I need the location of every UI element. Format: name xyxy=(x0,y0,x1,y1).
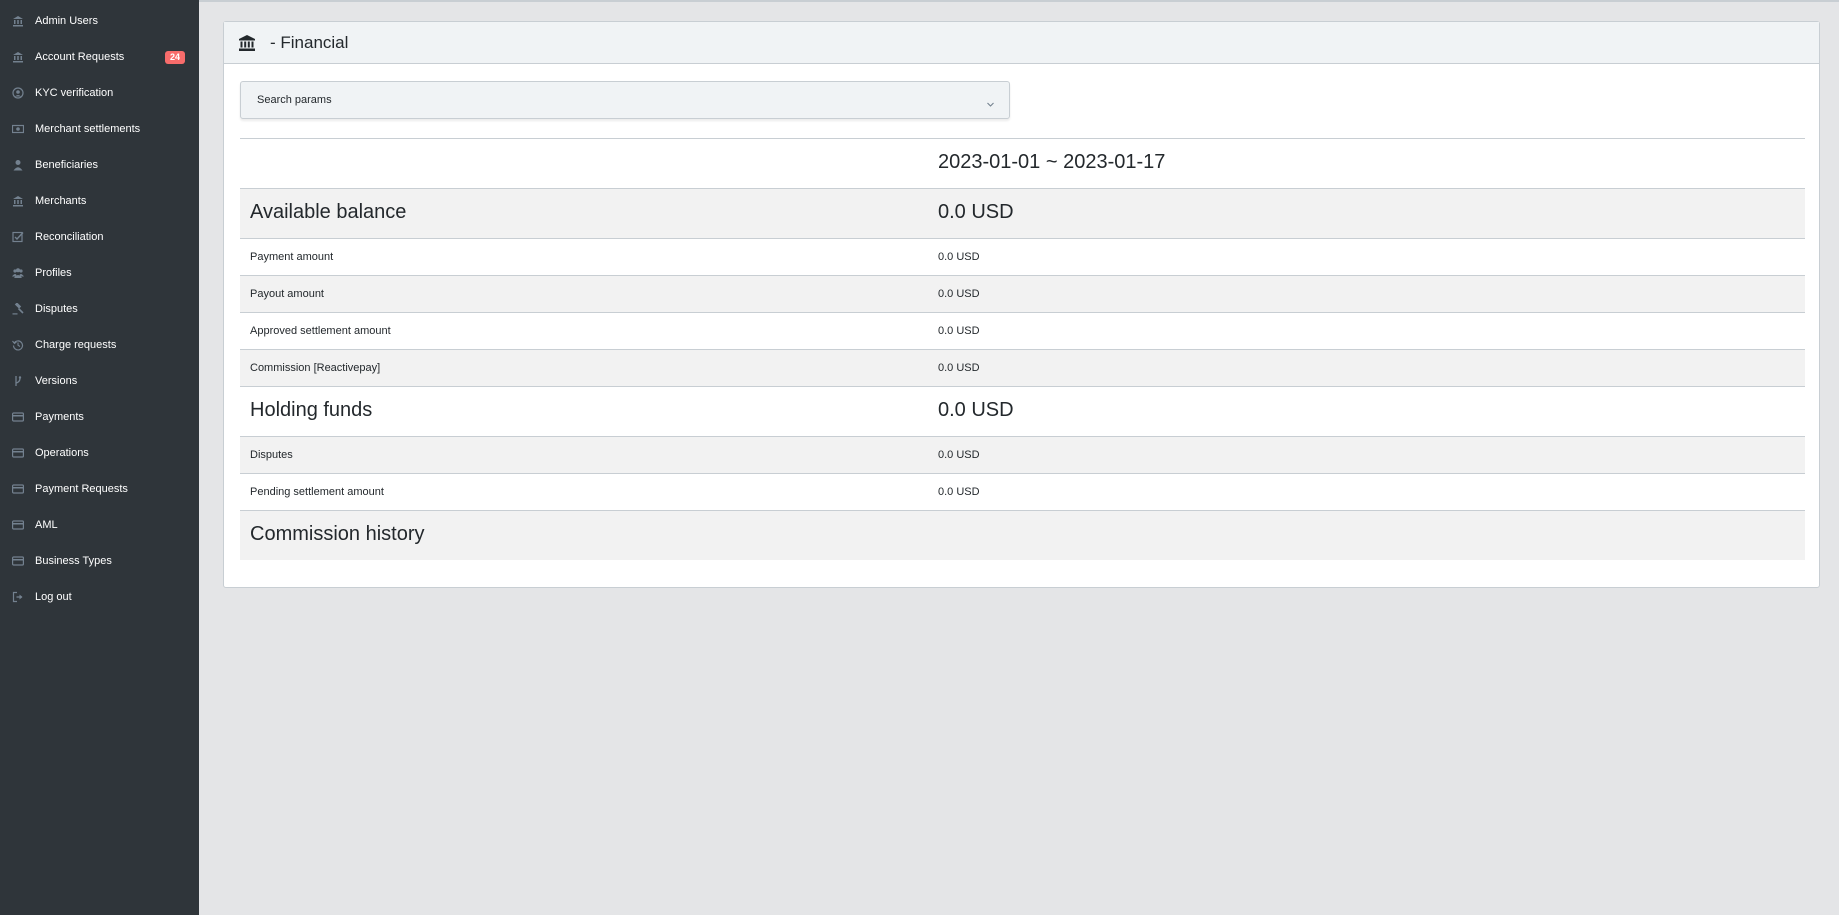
credit-card-icon xyxy=(12,447,24,459)
row-label: Available balance xyxy=(250,201,407,223)
table-row: Approved settlement amount 0.0 USD xyxy=(240,312,1805,349)
credit-card-icon xyxy=(12,483,24,495)
row-value: 0.0 USD xyxy=(938,449,980,461)
bank-icon xyxy=(238,34,256,52)
user-circle-icon xyxy=(12,87,24,99)
row-label: Commission history xyxy=(250,523,425,545)
sidebar-item-label: Payment Requests xyxy=(35,483,128,495)
sidebar-item-operations[interactable]: Operations xyxy=(0,435,199,471)
sidebar-item-label: Merchants xyxy=(35,195,87,207)
sidebar-item-label: Charge requests xyxy=(35,339,117,351)
sidebar-item-label: Merchant settlements xyxy=(35,123,141,135)
sidebar-item-label: Profiles xyxy=(35,267,72,279)
sidebar-item-payment-requests[interactable]: Payment Requests xyxy=(0,471,199,507)
sidebar-item-merchants[interactable]: Merchants xyxy=(0,183,199,219)
sidebar-item-beneficiaries[interactable]: Beneficiaries xyxy=(0,147,199,183)
users-icon xyxy=(12,267,24,279)
credit-card-icon xyxy=(12,411,24,423)
sidebar-item-admin-users[interactable]: Admin Users xyxy=(0,3,199,39)
sidebar-item-payments[interactable]: Payments xyxy=(0,399,199,435)
table-row: Commission history xyxy=(240,510,1805,560)
code-branch-icon xyxy=(12,375,24,387)
history-icon xyxy=(12,339,24,351)
row-label: Disputes xyxy=(250,449,293,461)
bank-icon xyxy=(12,195,24,207)
search-params-label: Search params xyxy=(257,94,332,106)
search-params-toggle[interactable]: Search params xyxy=(240,81,1010,119)
sidebar-item-charge-requests[interactable]: Charge requests xyxy=(0,327,199,363)
top-divider xyxy=(199,0,1839,2)
table-row: Pending settlement amount 0.0 USD xyxy=(240,473,1805,510)
table-row: Holding funds 0.0 USD xyxy=(240,386,1805,436)
row-label: Payment amount xyxy=(250,251,334,263)
sidebar-item-label: AML xyxy=(35,519,58,531)
sidebar-item-label: Beneficiaries xyxy=(35,159,98,171)
row-value: 0.0 USD xyxy=(938,325,980,337)
table-row: Available balance 0.0 USD xyxy=(240,188,1805,238)
sidebar-item-label: Log out xyxy=(35,591,72,603)
row-value: 0.0 USD xyxy=(938,201,1014,223)
table-row: Payment amount 0.0 USD xyxy=(240,238,1805,275)
sidebar-item-label: Payments xyxy=(35,411,84,423)
bank-icon xyxy=(12,51,24,63)
sidebar-item-label: Disputes xyxy=(35,303,78,315)
sidebar-item-label: Account Requests xyxy=(35,51,125,63)
sidebar-item-kyc-verification[interactable]: KYC verification xyxy=(0,75,199,111)
row-value: 0.0 USD xyxy=(938,399,1014,421)
table-row: Commission [Reactivepay] 0.0 USD xyxy=(240,349,1805,386)
sidebar-item-business-types[interactable]: Business Types xyxy=(0,543,199,579)
sidebar-item-label: Operations xyxy=(35,447,89,459)
sidebar-item-reconciliation[interactable]: Reconciliation xyxy=(0,219,199,255)
row-label: Commission [Reactivepay] xyxy=(250,362,381,374)
card-header: - Financial xyxy=(224,22,1819,64)
table-header-row: 2023-01-01 ~ 2023-01-17 xyxy=(240,138,1805,188)
sidebar: Admin Users Account Requests 24 KYC veri… xyxy=(0,0,199,915)
account-requests-badge: 24 xyxy=(164,51,185,64)
row-label: Holding funds xyxy=(250,399,373,421)
period-header: 2023-01-01 ~ 2023-01-17 xyxy=(938,151,1166,173)
table-row: Disputes 0.0 USD xyxy=(240,436,1805,473)
row-label: Approved settlement amount xyxy=(250,325,391,337)
row-label: Payout amount xyxy=(250,288,324,300)
bank-icon xyxy=(12,15,24,27)
credit-card-icon xyxy=(12,555,24,567)
sidebar-item-label: Admin Users xyxy=(35,15,98,27)
sidebar-item-profiles[interactable]: Profiles xyxy=(0,255,199,291)
money-icon xyxy=(12,123,24,135)
credit-card-icon xyxy=(12,519,24,531)
sidebar-item-log-out[interactable]: Log out xyxy=(0,579,199,615)
sidebar-item-disputes[interactable]: Disputes xyxy=(0,291,199,327)
page-title: - Financial xyxy=(270,33,349,52)
sidebar-item-label: Business Types xyxy=(35,555,112,567)
sidebar-item-label: Reconciliation xyxy=(35,231,104,243)
sidebar-item-label: Versions xyxy=(35,375,78,387)
check-square-icon xyxy=(12,231,24,243)
user-icon xyxy=(12,159,24,171)
sidebar-item-merchant-settlements[interactable]: Merchant settlements xyxy=(0,111,199,147)
row-value: 0.0 USD xyxy=(938,251,980,263)
financial-card: - Financial Search params 2023-01-01 ~ 2… xyxy=(223,21,1820,588)
row-value: 0.0 USD xyxy=(938,362,980,374)
sidebar-item-account-requests[interactable]: Account Requests 24 xyxy=(0,39,199,75)
sidebar-item-versions[interactable]: Versions xyxy=(0,363,199,399)
row-label: Pending settlement amount xyxy=(250,486,384,498)
sign-out-icon xyxy=(12,591,24,603)
table-row: Payout amount 0.0 USD xyxy=(240,275,1805,312)
row-value: 0.0 USD xyxy=(938,486,980,498)
sidebar-item-label: KYC verification xyxy=(35,87,114,99)
gavel-icon xyxy=(12,303,24,315)
sidebar-item-aml[interactable]: AML xyxy=(0,507,199,543)
chevron-down-icon xyxy=(986,96,995,107)
row-value: 0.0 USD xyxy=(938,288,980,300)
financial-table: 2023-01-01 ~ 2023-01-17 Available balanc… xyxy=(240,138,1805,560)
